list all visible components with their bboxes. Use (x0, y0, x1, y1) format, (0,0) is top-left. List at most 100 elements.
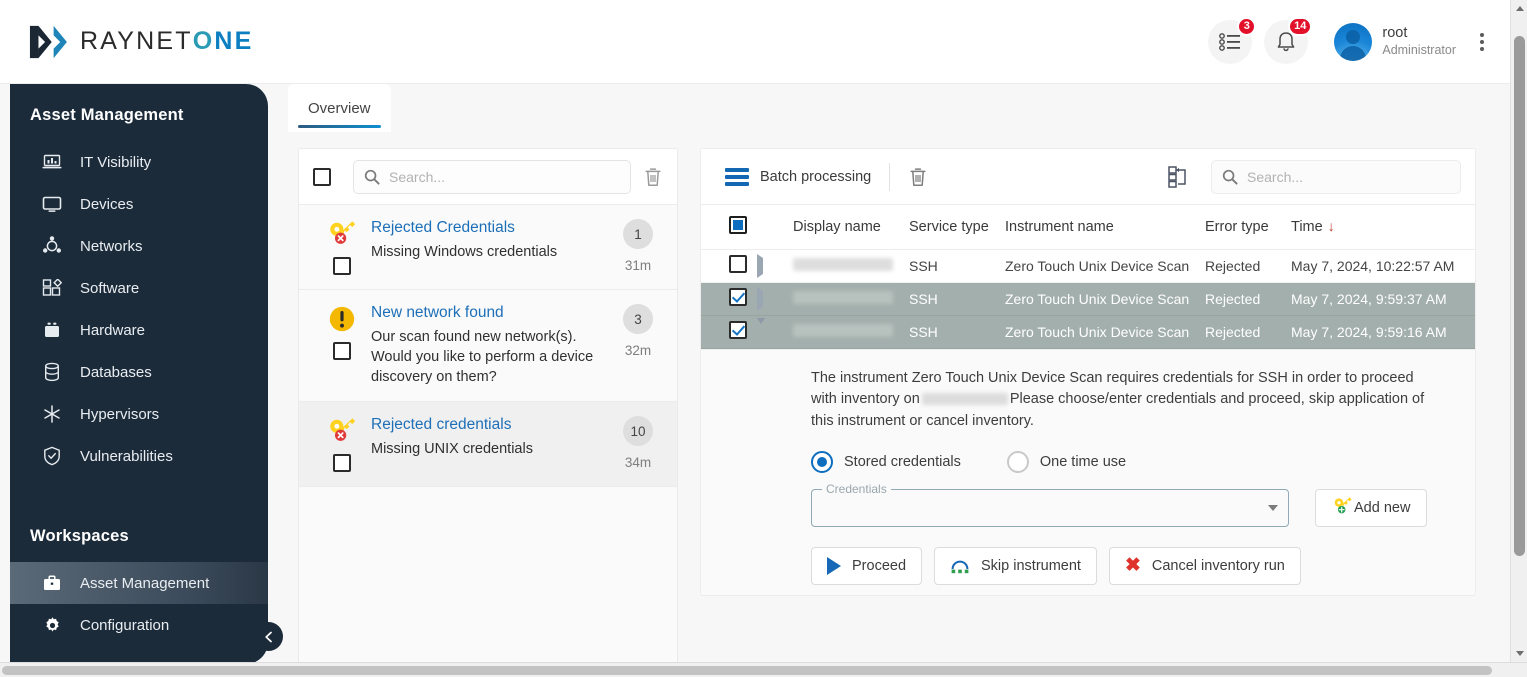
row-checkbox[interactable] (729, 321, 747, 339)
credentials-row: Credentials Add new (811, 481, 1453, 527)
chevron-left-icon (264, 631, 272, 642)
user-info[interactable]: root Administrator (1382, 25, 1456, 58)
table-header-instrument-name[interactable]: Instrument name (1005, 205, 1205, 250)
key-add-icon (1332, 496, 1354, 520)
row-expand-cell[interactable] (757, 282, 793, 316)
radio-one-time-use[interactable]: One time use (1006, 450, 1126, 473)
notification-meta: 10 34m (613, 416, 663, 472)
sidebar-item-asset-management[interactable]: Asset Management (10, 562, 268, 604)
table-header-error-type[interactable]: Error type (1205, 205, 1291, 250)
tree-view-button[interactable] (1167, 165, 1189, 189)
page-vertical-scrollbar[interactable] (1510, 0, 1527, 662)
notifications-search-input[interactable] (389, 168, 620, 185)
row-checkbox[interactable] (729, 255, 747, 273)
table-row[interactable]: SSH Zero Touch Unix Device Scan Rejected… (701, 282, 1475, 316)
row-instrument-name: Zero Touch Unix Device Scan (1005, 249, 1205, 283)
triangle-down-icon (1515, 651, 1524, 656)
laptop-chart-icon (40, 152, 64, 172)
credentials-legend: Credentials (822, 481, 891, 496)
list-item[interactable]: New network found Our scan found new net… (299, 290, 677, 402)
scroll-up-button[interactable] (1511, 0, 1527, 17)
notification-description: Missing Windows credentials (371, 244, 558, 260)
cancel-inventory-run-button[interactable]: ✖ Cancel inventory run (1108, 546, 1301, 585)
database-icon (40, 362, 64, 382)
sidebar: Asset Management IT Visibility Devices N… (10, 84, 268, 664)
add-new-credential-button[interactable]: Add new (1315, 488, 1428, 527)
radio-dot-selected-icon (811, 450, 833, 473)
search-icon (1222, 169, 1238, 185)
scroll-down-button[interactable] (1511, 645, 1527, 662)
proceed-button[interactable]: Proceed (811, 546, 923, 585)
skip-instrument-button[interactable]: Skip instrument (934, 546, 1097, 585)
vertical-scroll-thumb[interactable] (1514, 36, 1525, 556)
notifications-button[interactable]: 14 (1264, 16, 1313, 64)
radio-stored-credentials[interactable]: Stored credentials (811, 450, 961, 473)
logo-text-ne: NE (214, 27, 254, 55)
sidebar-item-hypervisors[interactable]: Hypervisors (10, 393, 268, 435)
sidebar-item-hardware[interactable]: Hardware (10, 309, 268, 351)
row-service-type: SSH (909, 315, 1005, 349)
sidebar-item-databases[interactable]: Databases (10, 351, 268, 393)
notification-count: 10 (623, 416, 653, 446)
sidebar-item-it-visibility[interactable]: IT Visibility (10, 141, 268, 183)
row-expand-cell[interactable] (757, 315, 793, 349)
sidebar-item-label: Software (80, 279, 140, 297)
table-row[interactable]: SSH Zero Touch Unix Device Scan Rejected… (701, 315, 1475, 349)
batch-processing-button[interactable]: Batch processing (725, 167, 871, 186)
notifications-delete-button[interactable] (643, 166, 663, 188)
notifications-search[interactable] (353, 159, 631, 194)
table-header-time[interactable]: Time ↓ (1291, 205, 1475, 250)
row-checkbox[interactable] (729, 288, 747, 306)
page-horizontal-scrollbar[interactable] (0, 662, 1527, 677)
notification-checkbox[interactable] (333, 257, 351, 275)
table-row[interactable]: SSH Zero Touch Unix Device Scan Rejected… (701, 249, 1475, 283)
sidebar-item-vulnerabilities[interactable]: Vulnerabilities (10, 435, 268, 477)
table-select-all-checkbox[interactable] (729, 215, 747, 234)
table-header-display-name[interactable]: Display name (793, 205, 909, 250)
table-search[interactable] (1211, 159, 1461, 194)
sidebar-item-software[interactable]: Software (10, 267, 268, 309)
sidebar-item-label: Networks (80, 237, 143, 255)
sidebar-item-devices[interactable]: Devices (10, 183, 268, 225)
sidebar-item-label: Devices (80, 195, 134, 213)
notification-checkbox[interactable] (333, 454, 351, 472)
list-item[interactable]: Rejected Credentials Missing Windows cre… (299, 205, 677, 290)
row-error-type: Rejected (1205, 315, 1291, 349)
notification-meta: 3 32m (613, 304, 663, 387)
credentials-select[interactable]: Credentials (811, 481, 1289, 527)
sidebar-workspaces-title: Workspaces (30, 527, 129, 545)
notification-checkbox[interactable] (333, 342, 351, 360)
table-delete-button[interactable] (908, 166, 928, 188)
sidebar-collapse-button[interactable] (254, 622, 283, 651)
sidebar-item-configuration[interactable]: Configuration (10, 604, 268, 646)
sidebar-item-label: Databases (80, 363, 152, 381)
play-icon (827, 556, 841, 575)
trash-icon (645, 167, 661, 186)
tasks-button[interactable]: 3 (1208, 16, 1257, 64)
tab-overview[interactable]: Overview (288, 84, 391, 132)
table-header-service-type[interactable]: Service type (909, 205, 1005, 250)
sidebar-item-label: IT Visibility (80, 153, 152, 171)
notification-title[interactable]: New network found (371, 304, 607, 322)
notification-description: Our scan found new network(s). Would you… (371, 329, 594, 385)
avatar-head (1346, 29, 1361, 44)
errors-table: Display name Service type Instrument nam… (701, 205, 1475, 349)
notifications-panel: Rejected Credentials Missing Windows cre… (298, 148, 678, 668)
list-item[interactable]: Rejected credentials Missing UNIX creden… (299, 402, 677, 487)
horizontal-scroll-thumb[interactable] (2, 666, 1492, 675)
row-time: May 7, 2024, 9:59:16 AM (1291, 315, 1475, 349)
kebab-dot (1480, 46, 1484, 51)
avatar-body (1340, 45, 1367, 61)
row-expand-cell[interactable] (757, 249, 793, 283)
sidebar-item-networks[interactable]: Networks (10, 225, 268, 267)
row-instrument-name: Zero Touch Unix Device Scan (1005, 315, 1205, 349)
notification-title[interactable]: Rejected Credentials (371, 219, 607, 237)
notifications-toolbar (299, 149, 677, 205)
notifications-select-all-checkbox[interactable] (313, 167, 331, 186)
avatar[interactable] (1334, 22, 1373, 61)
table-search-input[interactable] (1247, 168, 1450, 185)
brand-logo[interactable]: RAYNETONE (26, 24, 254, 60)
notification-title[interactable]: Rejected credentials (371, 416, 607, 434)
more-vertical-icon[interactable] (1476, 29, 1488, 55)
kebab-dot (1480, 32, 1484, 37)
